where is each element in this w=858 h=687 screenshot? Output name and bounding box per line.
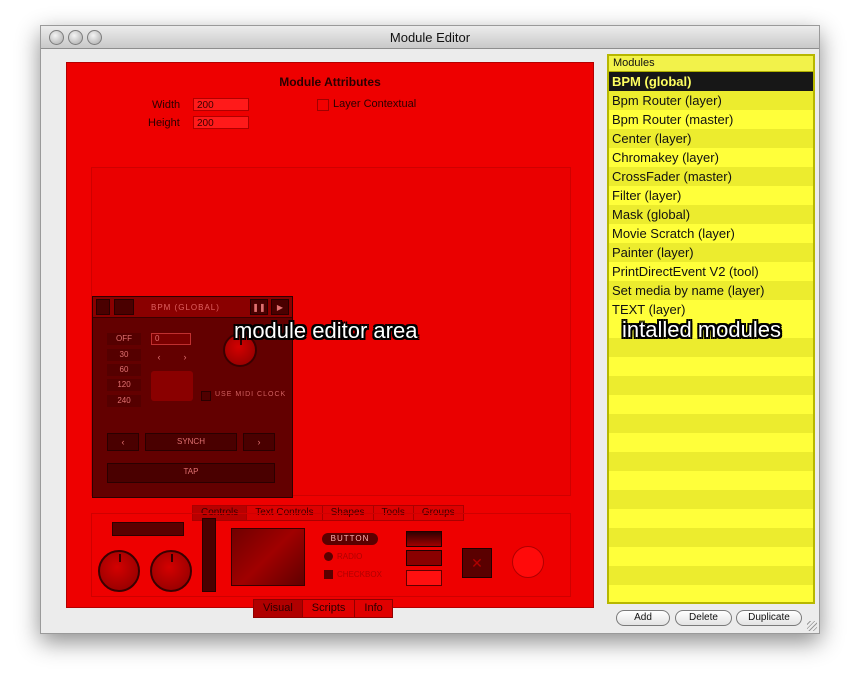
gradient-widget[interactable] [406, 531, 442, 547]
preset-60-button[interactable]: 60 [107, 364, 141, 376]
checkbox-widget-label: CHECKBOX [337, 570, 382, 579]
resize-grip-icon[interactable] [807, 621, 817, 631]
midi-clock-checkbox[interactable] [201, 391, 211, 401]
module-list-item[interactable]: Bpm Router (master) [609, 110, 813, 129]
module-attributes-title: Module Attributes [279, 75, 381, 89]
radio-widget-label: RADIO [337, 552, 363, 561]
play-icon[interactable]: ▶ [271, 299, 289, 315]
widget-palette: BUTTON RADIO CHECKBOX ✕ [91, 513, 571, 597]
delete-button[interactable]: Delete [675, 610, 732, 626]
width-label: Width [152, 99, 181, 111]
knob-widget-1[interactable] [98, 550, 140, 592]
module-list-item[interactable]: Set media by name (layer) [609, 281, 813, 300]
button-widget[interactable]: BUTTON [322, 533, 378, 545]
module-next-button[interactable]: › [243, 433, 275, 451]
pause-icon[interactable]: ❚❚ [250, 299, 268, 315]
duplicate-button[interactable]: Duplicate [736, 610, 802, 626]
module-list-item[interactable]: Filter (layer) [609, 186, 813, 205]
circle-widget[interactable] [512, 546, 544, 578]
module-list-item[interactable]: Chromakey (layer) [609, 148, 813, 167]
layer-contextual-label: Layer Contextual [333, 98, 417, 110]
module-canvas[interactable]: BPM (GLOBAL) ❚❚ ▶ OFF 30 60 120 240 0 ‹ … [91, 167, 571, 498]
tab-visual[interactable]: Visual [254, 600, 303, 617]
tap-button[interactable]: TAP [107, 463, 275, 483]
preset-120-button[interactable]: 120 [107, 379, 141, 391]
meter-widget[interactable] [112, 522, 184, 536]
module-list-item[interactable]: BPM (global) [609, 72, 813, 91]
box-widget[interactable] [406, 570, 442, 586]
textfield-widget[interactable] [406, 550, 442, 566]
installed-modules-annotation: intalled modules [622, 317, 781, 342]
synch-button[interactable]: SYNCH [145, 433, 237, 451]
module-title: BPM (GLOBAL) [151, 303, 220, 312]
module-list-item[interactable]: Mask (global) [609, 205, 813, 224]
height-label: Height [148, 117, 180, 129]
midi-clock-label: USE MIDI CLOCK [215, 391, 287, 398]
modules-list-rows: BPM (global) Bpm Router (layer) Bpm Router… [609, 72, 813, 319]
module-header: BPM (GLOBAL) ❚❚ ▶ [93, 297, 292, 318]
module-list-item[interactable]: Center (layer) [609, 129, 813, 148]
tab-scripts[interactable]: Scripts [303, 600, 356, 617]
image-widget[interactable] [231, 528, 305, 586]
bpm-increase-button[interactable]: › [177, 351, 193, 365]
layer-contextual-checkbox[interactable] [317, 99, 329, 111]
module-prev-button[interactable]: ‹ [107, 433, 139, 451]
module-list-item[interactable]: Movie Scratch (layer) [609, 224, 813, 243]
tap-pad[interactable] [151, 371, 193, 401]
title-bar: Module Editor [41, 26, 819, 49]
checkbox-widget-icon[interactable] [324, 570, 333, 579]
editor-tabs: Visual Scripts Info [253, 599, 393, 618]
width-field[interactable]: 200 [193, 98, 249, 111]
modules-list-empty-rows [609, 319, 813, 602]
preset-240-button[interactable]: 240 [107, 395, 141, 407]
height-field[interactable]: 200 [193, 116, 249, 129]
module-list-item[interactable]: Bpm Router (layer) [609, 91, 813, 110]
window-title: Module Editor [389, 30, 471, 45]
close-icon[interactable]: ✕ [462, 548, 492, 578]
radio-widget-icon[interactable] [324, 552, 333, 561]
module-editor-annotation: module editor area [234, 318, 418, 343]
modules-list-header: Modules [609, 56, 813, 72]
module-editor-window: Module Editor Module Attributes Width 20… [40, 25, 820, 634]
module-editor-area: Module Attributes Width 200 Height 200 L… [66, 62, 594, 608]
module-menu-button[interactable] [114, 299, 134, 315]
knob-widget-2[interactable] [150, 550, 192, 592]
bpm-decrease-button[interactable]: ‹ [151, 351, 167, 365]
slider-widget[interactable] [202, 518, 216, 592]
tab-info[interactable]: Info [355, 600, 391, 617]
preset-off-button[interactable]: OFF [107, 333, 141, 345]
add-button[interactable]: Add [616, 610, 670, 626]
module-collapse-button[interactable] [96, 299, 110, 315]
module-list-item[interactable]: Painter (layer) [609, 243, 813, 262]
module-list-item[interactable]: CrossFader (master) [609, 167, 813, 186]
bpm-value-field[interactable]: 0 [151, 333, 191, 345]
preset-30-button[interactable]: 30 [107, 349, 141, 361]
module-list-item[interactable]: PrintDirectEvent V2 (tool) [609, 262, 813, 281]
